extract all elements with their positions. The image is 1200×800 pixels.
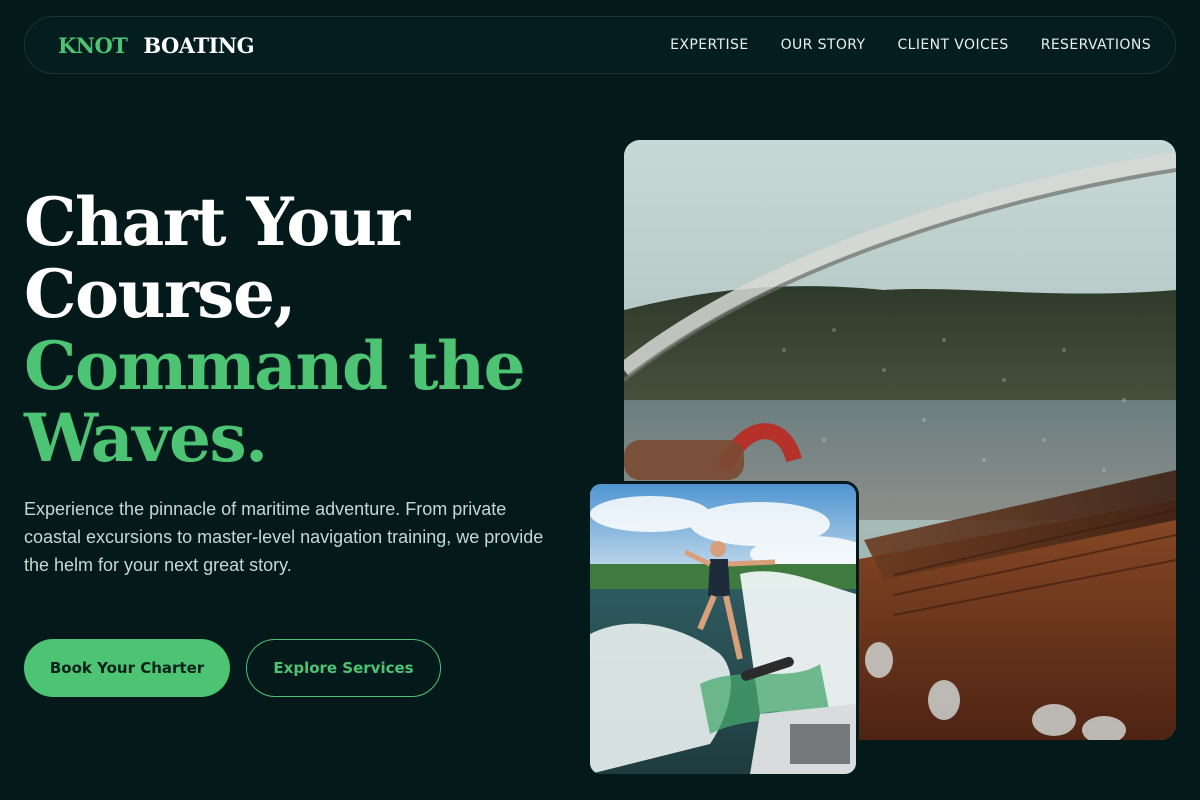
headline-line-1: Chart Your bbox=[24, 183, 410, 261]
brand-logo[interactable]: KNOT BOATING bbox=[58, 32, 255, 58]
nav-link-expertise[interactable]: EXPERTISE bbox=[670, 37, 748, 53]
headline-line-3: Command the bbox=[24, 327, 526, 405]
headline-line-2: Course, bbox=[24, 255, 296, 333]
hero-headline: Chart Your Course, Command the Waves. bbox=[24, 186, 584, 474]
hero-lead-text: Experience the pinnacle of maritime adve… bbox=[24, 499, 544, 575]
wake-surfer-illustration bbox=[590, 484, 856, 774]
hero-image-wake-surfer bbox=[587, 481, 859, 777]
nav-link-our-story[interactable]: OUR STORY bbox=[781, 37, 866, 53]
explore-services-button[interactable]: Explore Services bbox=[246, 639, 441, 697]
brand-name-part2: BOATING bbox=[143, 32, 255, 58]
nav-link-client-voices[interactable]: CLIENT VOICES bbox=[897, 37, 1008, 53]
book-charter-button[interactable]: Book Your Charter bbox=[24, 639, 230, 697]
nav-links: EXPERTISE OUR STORY CLIENT VOICES RESERV… bbox=[670, 37, 1151, 53]
nav-link-reservations[interactable]: RESERVATIONS bbox=[1041, 37, 1151, 53]
site-navbar: KNOT BOATING EXPERTISE OUR STORY CLIENT … bbox=[24, 16, 1176, 74]
headline-line-4: Waves. bbox=[24, 399, 268, 477]
brand-name-part1: KNOT bbox=[58, 32, 128, 58]
